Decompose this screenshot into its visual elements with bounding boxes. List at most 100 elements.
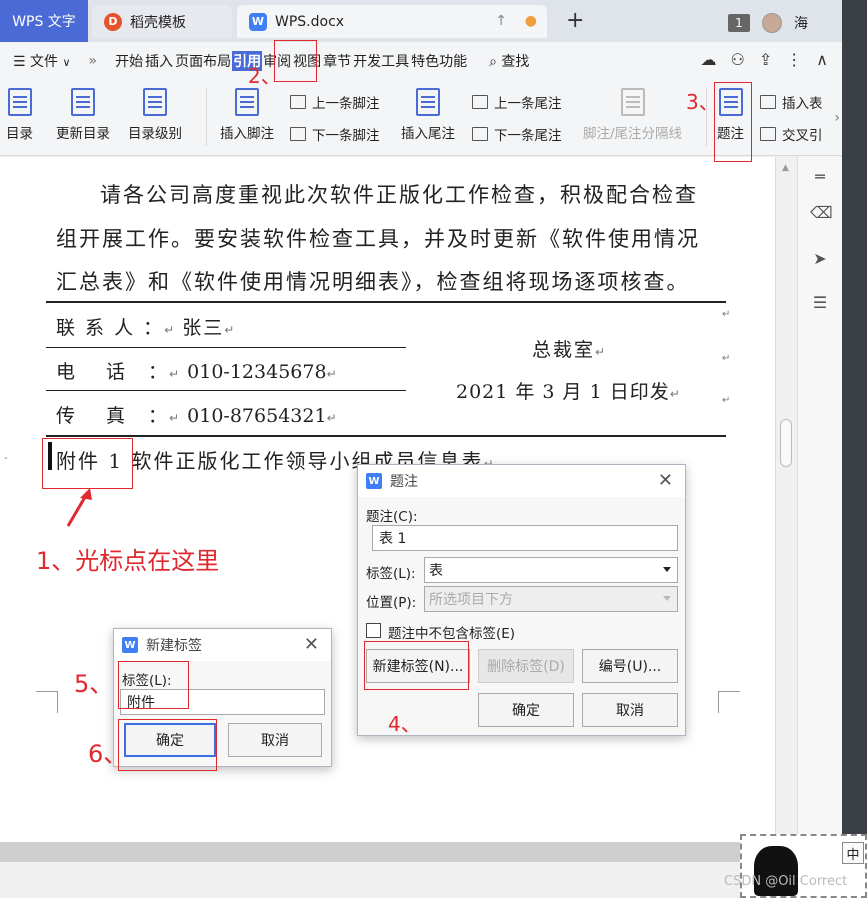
wps-logo-icon: W [122,637,138,653]
cell-mark: ↵ [722,353,731,364]
status-area [0,862,842,898]
highlight-new-label-button [364,641,469,690]
new-label-dialog-title: 新建标签 [146,638,202,654]
next-footnote-icon [290,127,306,141]
prev-endnote-button[interactable]: 上一条尾注 [472,92,562,112]
tab-document[interactable]: W WPS.docx ↑ ● [237,5,547,38]
collapse-ribbon-icon[interactable]: ∧ [816,50,828,69]
eraser-icon[interactable]: ⌫ [810,203,833,223]
highlight-cursor-position [42,438,133,489]
note-separator-button[interactable]: 脚注/尾注分隔线 [583,88,682,142]
paragraph-line-2: 组开展工作。要安装软件检查工具，并及时更新《软件使用情况 [56,227,700,251]
footnote-icon [235,88,259,116]
cross-ref-label: 交叉引 [782,128,823,144]
ime-language-toggle[interactable]: 中 [842,842,864,864]
user-name[interactable]: 海 [794,13,808,33]
issue-date: 2021 年 3 月 1 日印发↵ [456,377,680,404]
tab-template[interactable]: D 稻壳模板 [92,5,232,38]
menu-insert[interactable]: 插入 [144,51,174,71]
contact-row: 联 系 人 ：↵ 张三↵ [56,313,234,340]
caption-field-label: 题注(C): [366,509,418,525]
office-name: 总裁室↵ [532,335,605,362]
menu-file[interactable]: ☰ 文件 ∨ [12,51,72,71]
menu-right-tools: ☁ ⚇ ⇪ ⋮ ∧ [701,50,828,69]
new-tab-button[interactable]: + [566,8,584,33]
numbering-button[interactable]: 编号(U)... [582,649,678,683]
update-toc-label: 更新目录 [56,126,110,142]
caption-input[interactable]: 表 1 [372,525,678,551]
update-toc-icon [71,88,95,116]
prev-footnote-button[interactable]: 上一条脚注 [290,92,380,112]
menu-chapter[interactable]: 章节 [322,51,352,71]
caption-ok-button[interactable]: 确定 [478,693,574,727]
dropdown-arrow-icon [663,596,671,601]
highlight-ok-button [118,719,217,771]
fax-value: 010-87654321 [187,405,327,427]
position-select[interactable]: 所选项目下方 [424,586,678,612]
insert-footnote-button[interactable]: 插入脚注 [220,88,274,142]
share-icon[interactable]: ⇪ [759,50,772,69]
toc-button[interactable]: 目录 [6,88,33,142]
label-field-label: 标签(L): [366,566,416,582]
annotation-step-2: 2、 [248,64,281,88]
window-count-badge[interactable]: 1 [728,14,750,32]
caption-dialog-title: 题注 [390,474,418,490]
prev-footnote-icon [290,95,306,109]
highlight-label-field [118,661,189,709]
tab-label: WPS 文字 [12,14,76,30]
search-icon: ⌕ [489,54,497,70]
menu-file-label: 文件 [30,54,59,70]
paragraph-mark: ↵ [326,411,337,425]
ribbon-scroll-right-icon[interactable]: › [834,110,840,126]
caption-cancel-button[interactable]: 取消 [582,693,678,727]
table-top-border [46,301,726,303]
next-footnote-button[interactable]: 下一条脚注 [290,124,380,144]
annotation-step-3: 3、 [686,90,719,114]
menu-start[interactable]: 开始 [114,51,144,71]
scroll-up-icon[interactable]: ▲ [782,163,789,173]
toc-level-button[interactable]: 目录级别 [128,88,182,142]
more-icon[interactable]: ⋮ [786,50,802,69]
menu-special[interactable]: 特色功能 [410,51,468,71]
settings-sliders-icon[interactable]: ☰ [810,293,830,313]
toc-label: 目录 [6,126,33,142]
table-bottom-border [46,435,726,437]
cursor-icon[interactable]: ➤ [810,249,830,269]
upload-icon[interactable]: ↑ [495,13,507,29]
cross-ref-button[interactable]: 交叉引 [760,124,823,144]
new-label-dialog-titlebar: W 新建标签 [114,629,331,661]
table-caption-icon [760,95,776,109]
scroll-thumb[interactable] [780,419,792,467]
exclude-label-checkbox[interactable] [366,623,381,638]
insert-endnote-button[interactable]: 插入尾注 [401,88,455,142]
update-toc-button[interactable]: 更新目录 [56,88,110,142]
insert-footnote-label: 插入脚注 [220,126,274,142]
watermark: CSDN @Oil Correct [724,874,848,889]
panel-handle-icon[interactable]: ═ [810,167,830,187]
ribbon-divider [206,88,207,146]
delete-label-button[interactable]: 删除标签(D) [478,649,574,683]
next-endnote-button[interactable]: 下一条尾注 [472,124,562,144]
chevron-down-icon: ∨ [62,56,71,69]
phone-value: 010-12345678 [187,361,327,383]
label-select[interactable]: 表 [424,557,678,583]
add-user-icon[interactable]: ⚇ [731,50,745,69]
new-label-cancel-button[interactable]: 取消 [228,723,322,757]
menu-dev-tools[interactable]: 开发工具 [352,51,410,71]
cloud-icon[interactable]: ☁ [701,50,717,69]
contact-label: 联 系 人 ： [56,317,165,339]
close-icon[interactable]: ✕ [304,634,319,655]
next-endnote-icon [472,127,488,141]
avatar[interactable] [762,13,782,33]
position-select-value: 所选项目下方 [429,592,513,608]
insert-table-caption-button[interactable]: 插入表 [760,92,823,112]
tab-label: WPS.docx [275,13,345,30]
menu-layout[interactable]: 页面布局 [174,51,232,71]
exclude-label-text: 题注中不包含标签(E) [388,626,516,642]
close-icon[interactable]: ✕ [658,470,673,491]
contact-value: 张三 [182,317,225,339]
tab-wps-writer[interactable]: WPS 文字 [0,0,88,42]
menu-find[interactable]: ⌕ 查找 [488,51,530,71]
expand-menu-icon[interactable]: » [88,53,99,69]
vertical-scrollbar[interactable]: ▲ [775,157,797,842]
